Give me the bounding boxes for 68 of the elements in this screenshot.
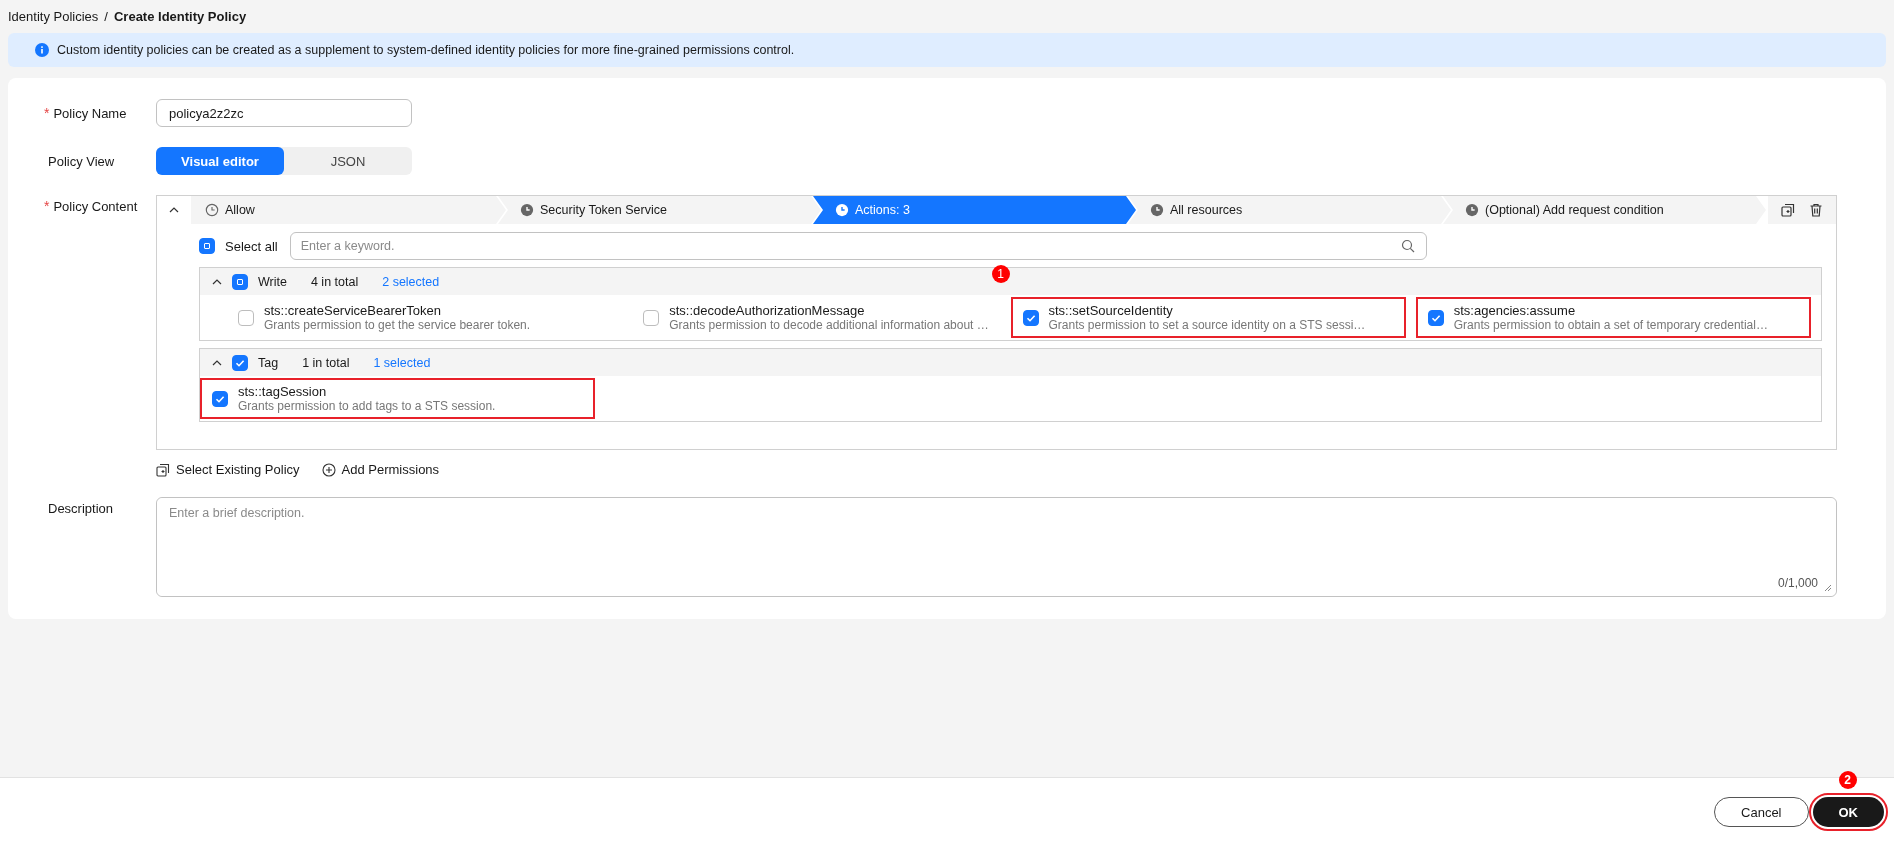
field-label: Policy View [48,153,115,169]
field-label: Description [48,500,114,516]
action-name: sts:agencies:assume [1453,303,1577,318]
select-all-label: Select all [225,238,278,254]
action-description: Grants permission to decode additional information about … [669,318,989,332]
checkbox[interactable] [232,273,248,290]
plus-circle-icon [321,462,336,477]
field-label: Policy Name [53,105,127,121]
step-tab[interactable]: Actions: 3 [813,196,1136,224]
select-policy-link[interactable]: Select Existing Policy [156,462,300,477]
checkbox[interactable] [1022,309,1039,326]
action-description: Grants permission to set a source identity on a STS sessi… [1048,318,1366,332]
copy-icon[interactable] [1781,203,1795,217]
resize-icon[interactable] [1824,584,1832,592]
step-tab[interactable]: Allow [191,196,506,224]
copy-icon [156,462,170,477]
clock-icon [1150,203,1164,217]
required-mark: * [44,105,50,121]
description-field[interactable]: Enter a brief description. 0/1,000 [156,497,1837,597]
clock-icon [205,203,219,217]
action-item[interactable]: sts::createServiceBearerToken Grants permission to get the service bearer token. [212,297,596,338]
step-tab[interactable]: All resources [1128,196,1451,224]
breadcrumb-item[interactable]: Identity Policies [8,9,99,33]
checkbox[interactable] [199,238,215,254]
group-name: Tag [258,355,279,370]
view-option[interactable]: Visual editor [156,147,284,175]
policy-name-field[interactable]: policya2z2zc [156,99,412,127]
breadcrumb-separator: / [104,9,108,26]
caret-icon[interactable] [212,278,222,285]
breadcrumb-item: Create Identity Policy [113,9,247,26]
group-total: 4 in total [310,274,359,289]
action-name: sts::tagSession [238,384,328,399]
group-name: Write [258,274,287,289]
checkbox[interactable] [232,354,248,371]
group-total: 1 in total [302,355,350,370]
info-icon [35,43,49,57]
group-selected-count: 2 selected [382,274,440,289]
action-name: sts::setSourceIdentity [1048,303,1174,318]
clock-icon [1465,203,1479,217]
action-description: Grants permission to add tags to a STS session. [238,399,496,413]
group-selected-count: 1 selected [373,355,431,370]
action-item[interactable]: sts::tagSession Grants permission to add tags to a STS session. [200,378,596,419]
action-description: Grants permission to obtain a set of temporary credential… [1453,318,1768,332]
step-tab[interactable]: (Optional) Add request condition [1443,196,1766,224]
caret-icon[interactable] [169,207,179,213]
action-description: Grants permission to get the service bearer token. [264,318,531,332]
step-marker: 2 [1838,771,1857,789]
delete-icon[interactable] [1809,203,1823,217]
required-mark: * [44,198,50,214]
step-tab[interactable]: Security Token Service [498,196,821,224]
checkbox[interactable] [238,309,254,326]
checkbox[interactable] [212,390,228,407]
clock-icon [835,203,849,217]
action-item[interactable]: sts:agencies:assume Grants permission to obtain a set of temporary credential… [1415,297,1811,338]
char-counter: 0/1,000 [1777,576,1818,590]
info-text: Custom identity policies can be created as a supplement to system-defined identity policies for more fine-grained permissions control. [57,43,795,57]
action-name: sts::createServiceBearerToken [264,303,443,318]
search-field[interactable]: Enter a keyword. [289,232,1427,260]
field-label: Policy Content [53,198,138,214]
action-name: sts::decodeAuthorizationMessage [669,303,866,318]
checkbox[interactable] [643,309,660,326]
search-icon [1400,239,1415,253]
view-option[interactable]: JSON [284,147,412,175]
add-permissions-link[interactable]: Add Permissions [321,462,440,477]
clock-icon [520,203,534,217]
cancel-button[interactable]: Cancel [1714,797,1809,827]
caret-icon[interactable] [212,359,222,366]
checkbox[interactable] [1427,309,1444,326]
